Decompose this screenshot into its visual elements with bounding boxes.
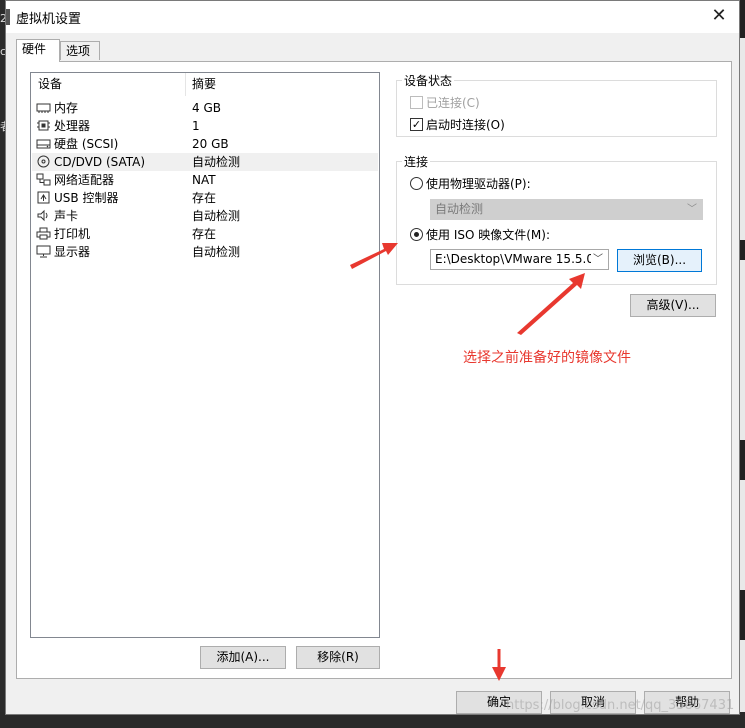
advanced-button[interactable]: 高级(V)...	[630, 294, 716, 317]
iso-image-label: 使用 ISO 映像文件(M):	[426, 228, 550, 242]
physical-drive-value: 自动检测	[435, 202, 484, 216]
iso-image-radio[interactable]	[410, 228, 423, 241]
memory-icon	[36, 101, 51, 114]
close-button[interactable]: ✕	[699, 1, 739, 33]
device-row-display[interactable]: 显示器 自动检测	[32, 243, 378, 261]
tab-options[interactable]: 选项	[60, 41, 100, 60]
iso-path-value: E:\Desktop\VMware 15.5.0\	[435, 252, 599, 266]
device-name: USB 控制器	[54, 191, 119, 205]
physical-drive-radio[interactable]	[410, 177, 423, 190]
device-summary: 1	[192, 119, 200, 133]
device-name: 处理器	[54, 119, 91, 133]
connection-title: 连接	[402, 153, 431, 170]
chevron-down-icon: ﹀	[687, 204, 697, 215]
processor-icon	[36, 119, 51, 132]
tab-label: 选项	[66, 44, 91, 58]
tab-hardware[interactable]: 硬件	[16, 39, 60, 62]
device-name: 显示器	[54, 245, 91, 259]
device-list[interactable]: 设备 摘要 内存 4 GB 处理器 1 硬盘 (SCSI) 20 GB CD/D…	[30, 72, 380, 638]
annotation-arrow-down	[492, 649, 506, 681]
device-row-printer[interactable]: 打印机 存在	[32, 225, 378, 243]
device-row-sound-card[interactable]: 声卡 自动检测	[32, 207, 378, 225]
physical-drive-select[interactable]: 自动检测 ﹀	[430, 199, 703, 220]
column-header-summary[interactable]: 摘要	[185, 73, 216, 96]
device-name: 声卡	[54, 209, 79, 223]
connect-at-power-on-label: 启动时连接(O)	[426, 118, 505, 132]
connect-at-power-on-checkbox[interactable]: ✓	[410, 118, 423, 131]
cd-dvd-icon	[36, 155, 51, 168]
device-summary: 自动检测	[192, 245, 241, 259]
device-name: 硬盘 (SCSI)	[54, 137, 119, 151]
device-row-processor[interactable]: 处理器 1	[32, 117, 378, 135]
tab-label: 硬件	[22, 42, 47, 56]
chevron-down-icon: ﹀	[591, 250, 603, 269]
device-summary: 4 GB	[192, 101, 221, 115]
add-device-button[interactable]: 添加(A)...	[200, 646, 286, 669]
list-header: 设备 摘要	[31, 73, 379, 96]
device-name: 内存	[54, 101, 79, 115]
annotation-text: 选择之前准备好的镜像文件	[463, 350, 631, 366]
watermark-text: https://blog.csdn.net/qq_35867431	[506, 698, 735, 713]
annotation-arrow-up	[517, 273, 585, 335]
device-name: 网络适配器	[54, 173, 115, 187]
title-bar: 虚拟机设置 ✕	[6, 1, 739, 33]
device-summary: 存在	[192, 227, 217, 241]
connected-label: 已连接(C)	[426, 96, 480, 110]
annotation-arrow-left	[350, 243, 398, 269]
remove-device-button[interactable]: 移除(R)	[296, 646, 380, 669]
device-row-cd-dvd[interactable]: CD/DVD (SATA) 自动检测	[32, 153, 378, 171]
browse-button[interactable]: 浏览(B)...	[617, 249, 702, 272]
sound-card-icon	[36, 209, 51, 222]
dialog-title: 虚拟机设置	[16, 12, 82, 27]
device-row-hard-disk[interactable]: 硬盘 (SCSI) 20 GB	[32, 135, 378, 153]
device-row-network-adapter[interactable]: 网络适配器 NAT	[32, 171, 378, 189]
device-summary: 存在	[192, 191, 217, 205]
usb-controller-icon	[36, 191, 51, 204]
device-name: 打印机	[54, 227, 91, 241]
column-header-device[interactable]: 设备	[31, 73, 62, 96]
iso-path-select[interactable]: E:\Desktop\VMware 15.5.0\ ﹀	[430, 249, 609, 270]
connected-checkbox[interactable]	[410, 96, 423, 109]
device-summary: NAT	[192, 173, 216, 187]
device-row-usb-controller[interactable]: USB 控制器 存在	[32, 189, 378, 207]
vm-settings-dialog: 虚拟机设置 ✕ 硬件 选项 设备 摘要 内存 4 GB 处理器 1 硬盘 (SC…	[5, 0, 740, 715]
device-name: CD/DVD (SATA)	[54, 155, 146, 169]
physical-drive-label: 使用物理驱动器(P):	[426, 177, 531, 191]
device-summary: 自动检测	[192, 209, 241, 223]
device-summary: 自动检测	[192, 155, 241, 169]
device-summary: 20 GB	[192, 137, 229, 151]
close-icon: ✕	[711, 5, 727, 26]
display-icon	[36, 245, 51, 258]
device-row-memory[interactable]: 内存 4 GB	[32, 99, 378, 117]
hard-disk-icon	[36, 137, 51, 150]
printer-icon	[36, 227, 51, 240]
app-icon	[6, 9, 10, 25]
device-status-title: 设备状态	[402, 72, 455, 89]
network-adapter-icon	[36, 173, 51, 186]
